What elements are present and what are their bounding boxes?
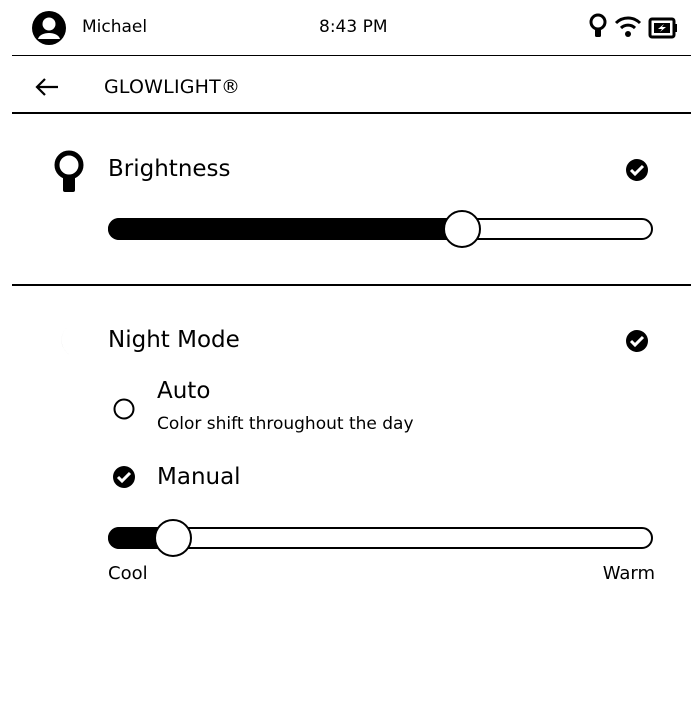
warmth-slider[interactable]: [108, 518, 653, 558]
brightness-slider[interactable]: [108, 209, 653, 249]
clock: 8:43 PM: [319, 17, 388, 37]
back-button[interactable]: [32, 72, 62, 102]
auto-option-label[interactable]: Auto: [157, 376, 210, 406]
status-divider: [12, 55, 691, 56]
avatar-icon: [32, 11, 66, 45]
check-circle-icon: [626, 330, 648, 352]
user-name: Michael: [82, 17, 148, 37]
lightbulb-icon: [52, 150, 86, 198]
header-divider: [12, 112, 691, 114]
night-mode-label: Night Mode: [108, 327, 240, 353]
lightbulb-icon: [588, 13, 608, 45]
section-divider: [12, 284, 691, 286]
radio-checked-icon: [113, 466, 135, 488]
brightness-toggle[interactable]: [624, 157, 650, 183]
brightness-label: Brightness: [108, 156, 231, 182]
back-arrow-icon: [35, 78, 58, 96]
radio-unchecked-icon: [113, 398, 135, 420]
slider-thumb[interactable]: [154, 519, 192, 557]
avatar[interactable]: [32, 11, 66, 45]
page-title: GLOWLIGHT®: [104, 76, 241, 98]
night-mode-toggle[interactable]: [624, 328, 650, 354]
manual-radio[interactable]: [112, 465, 136, 489]
check-circle-icon: [626, 159, 648, 181]
auto-option-description: Color shift throughout the day: [157, 414, 414, 434]
slider-fill: [108, 218, 462, 240]
manual-option-label[interactable]: Manual: [157, 462, 241, 492]
warm-label: Warm: [602, 563, 655, 584]
battery-charging-icon: [648, 17, 678, 43]
cool-label: Cool: [108, 563, 148, 584]
wifi-icon: [613, 13, 643, 45]
auto-radio[interactable]: [112, 397, 136, 421]
slider-thumb[interactable]: [443, 210, 481, 248]
moon-icon: [52, 322, 88, 364]
